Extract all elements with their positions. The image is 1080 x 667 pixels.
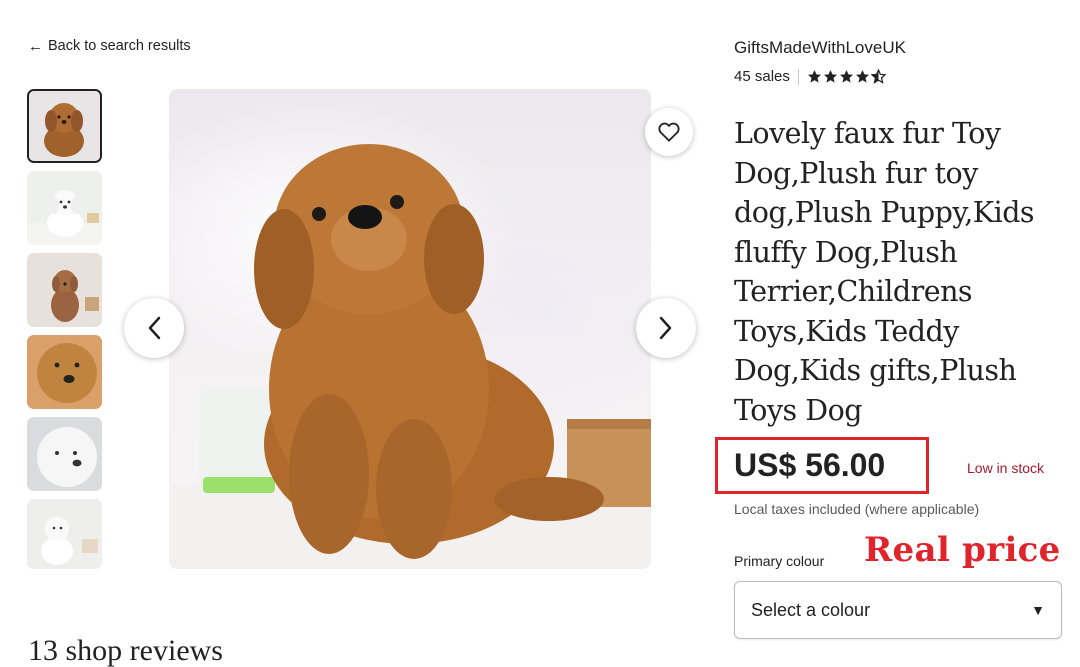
thumbnail-6[interactable] xyxy=(27,499,102,569)
star-icon xyxy=(823,69,837,83)
real-price-annotation: Real price xyxy=(864,530,1061,570)
thumbnail-2[interactable] xyxy=(27,171,102,245)
previous-image-button[interactable] xyxy=(124,298,184,358)
primary-colour-label: Primary colour xyxy=(734,553,825,569)
stock-status: Low in stock xyxy=(967,460,1045,476)
next-image-button[interactable] xyxy=(636,298,696,358)
chevron-left-icon xyxy=(148,316,161,340)
colour-select-value: Select a colour xyxy=(751,599,871,620)
star-icon xyxy=(855,69,869,83)
shop-name-link[interactable]: GiftsMadeWithLoveUK xyxy=(734,38,906,58)
favorite-button[interactable] xyxy=(645,108,693,156)
colour-select[interactable]: Select a colour ▼ xyxy=(734,581,1062,639)
thumbnail-list xyxy=(27,89,102,577)
thumbnail-5[interactable] xyxy=(27,417,102,491)
taxes-note: Local taxes included (where applicable) xyxy=(734,501,980,517)
main-product-image xyxy=(169,89,651,569)
star-icon xyxy=(807,69,821,83)
back-link-label: Back to search results xyxy=(48,38,191,54)
arrow-left-icon: ← xyxy=(28,37,43,55)
caret-down-icon: ▼ xyxy=(1031,602,1045,618)
sales-count: 45 sales xyxy=(734,68,790,85)
shop-sales-rating: 45 sales xyxy=(734,68,886,85)
product-title: Lovely faux fur Toy Dog,Plush fur toy do… xyxy=(734,117,1035,427)
thumbnail-1[interactable] xyxy=(27,89,102,163)
back-to-search-link[interactable]: ← Back to search results xyxy=(28,38,191,54)
shop-reviews-heading: 13 shop reviews xyxy=(28,634,223,667)
heart-icon xyxy=(658,122,680,142)
divider xyxy=(797,68,799,85)
star-half-icon xyxy=(870,69,886,84)
thumbnail-4[interactable] xyxy=(27,335,102,409)
star-icon xyxy=(839,69,853,83)
star-rating[interactable] xyxy=(807,69,886,84)
chevron-right-icon xyxy=(659,316,672,340)
product-price: US$ 56.00 xyxy=(734,447,886,483)
thumbnail-3[interactable] xyxy=(27,253,102,327)
